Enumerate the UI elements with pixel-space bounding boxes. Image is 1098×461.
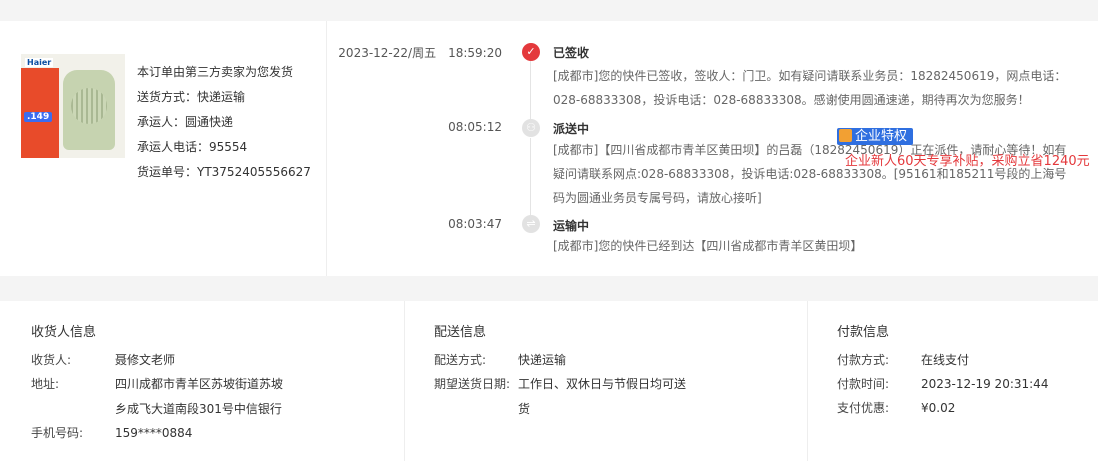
delivery-info: 配送信息 配送方式: 快递运输 期望送货日期: 工作日、双休日与节假日均可送 货 — [404, 301, 807, 461]
payment-time-row: 付款时间: 2023-12-19 20:31:44 — [837, 375, 1048, 392]
section-title: 收货人信息 — [31, 325, 97, 340]
carrier-name: 承运人：圆通快递 — [137, 115, 234, 129]
brand-logo: Haier — [25, 58, 54, 67]
tracking-number: 货运单号：YT3752405556627 — [137, 165, 311, 179]
consignee-name: 聂修文老师 — [115, 353, 176, 367]
delivery-method: 快递运输 — [518, 353, 567, 367]
timeline-timestamp: 08:05:12 — [448, 120, 502, 134]
timeline-status: 派送中 — [553, 122, 590, 136]
consignee-phone-row: 手机号码: 159****0884 — [31, 424, 192, 441]
consignee-address-row: 地址: 四川成都市青羊区苏坡街道苏坡 — [31, 375, 283, 392]
gift-icon — [839, 129, 852, 142]
order-info-panel: 收货人信息 收货人: 聂修文老师 地址: 四川成都市青羊区苏坡街道苏坡 乡成飞大道南… — [0, 301, 1098, 461]
consignee-name-row: 收货人: 聂修文老师 — [31, 351, 175, 368]
payment-method-row: 付款方式: 在线支付 — [837, 351, 969, 368]
consignee-phone: 159****0884 — [115, 426, 193, 440]
timeline-description: [成都市]您的快件已签收，签收人：门卫。如有疑问请联系业务员：182824506… — [553, 69, 1067, 107]
payment-time: 2023-12-19 20:31:44 — [921, 377, 1049, 391]
product-summary: Haier .149 本订单由第三方卖家为您发货 送货方式：快递运输 承运人：圆… — [0, 21, 327, 276]
delivery-method-row: 配送方式: 快递运输 — [434, 351, 566, 368]
timeline-status: 已签收 — [553, 46, 590, 60]
product-image[interactable]: Haier .149 — [21, 54, 125, 158]
tracking-timeline: 2023-12-22/周五 18:59:20 ✓ 已签收 [成都市]您的快件已签收… — [327, 21, 1098, 276]
badge-label: 企业特权 — [855, 129, 908, 144]
payment-method: 在线支付 — [921, 353, 970, 367]
field-label: 收货人: — [31, 353, 72, 367]
section-title: 付款信息 — [837, 325, 890, 340]
field-label: 手机号码: — [31, 426, 84, 440]
seller-notice: 本订单由第三方卖家为您发货 — [137, 65, 294, 79]
check-icon: ✓ — [522, 43, 540, 61]
shipping-method: 送货方式：快递运输 — [137, 90, 246, 104]
shipping-summary: 本订单由第三方卖家为您发货 送货方式：快递运输 承运人：圆通快递 承运人电话：9… — [137, 63, 311, 188]
enterprise-privilege-badge[interactable]: 企业特权 — [837, 128, 914, 145]
heater-grille — [71, 88, 107, 124]
field-label: 期望送货日期: — [434, 377, 511, 391]
field-label: 配送方式: — [434, 353, 487, 367]
delivery-date-row: 期望送货日期: 工作日、双休日与节假日均可送 — [434, 375, 686, 392]
timeline-timestamp: 2023-12-22/周五 18:59:20 — [338, 46, 502, 60]
address-line-1: 四川成都市青羊区苏坡街道苏坡 — [115, 377, 284, 391]
consignee-info: 收货人信息 收货人: 聂修文老师 地址: 四川成都市青羊区苏坡街道苏坡 乡成飞大道南… — [0, 301, 403, 461]
field-label: 地址: — [31, 377, 60, 391]
timeline-connector — [530, 138, 531, 217]
payment-discount: ¥0.02 — [921, 401, 956, 415]
truck-icon: ⇌ — [522, 215, 540, 233]
delivery-date-line-2: 货 — [518, 402, 531, 416]
carrier-phone: 承运人电话：95554 — [137, 140, 248, 154]
tracking-panel: Haier .149 本订单由第三方卖家为您发货 送货方式：快递运输 承运人：圆… — [0, 21, 1098, 276]
timeline-connector — [530, 61, 531, 123]
timeline-timestamp: 08:03:47 — [448, 217, 502, 231]
timeline-description: [成都市]您的快件已经到达【四川省成都市青羊区黄田坝】 — [553, 239, 863, 253]
field-label: 付款方式: — [837, 353, 890, 367]
price-tag: .149 — [24, 112, 53, 122]
payment-discount-row: 支付优惠: ¥0.02 — [837, 399, 955, 416]
enterprise-promo-link[interactable]: 企业新人60天专享补贴，采购立省1240元 — [845, 150, 1090, 169]
field-label: 付款时间: — [837, 377, 890, 391]
address-line-2: 乡成飞大道南段301号中信银行 — [115, 402, 282, 416]
delivery-date-line-1: 工作日、双休日与节假日均可送 — [518, 377, 687, 391]
section-title: 配送信息 — [434, 325, 487, 340]
courier-icon: ⚇ — [522, 119, 540, 137]
timeline-description: [成都市]【四川省成都市青羊区黄田坝】的吕磊（18282450619）正在派件，… — [553, 143, 1067, 205]
payment-info: 付款信息 付款方式: 在线支付 付款时间: 2023-12-19 20:31:44 … — [807, 301, 1098, 461]
field-label: 支付优惠: — [837, 401, 890, 415]
timeline-status: 运输中 — [553, 219, 590, 233]
